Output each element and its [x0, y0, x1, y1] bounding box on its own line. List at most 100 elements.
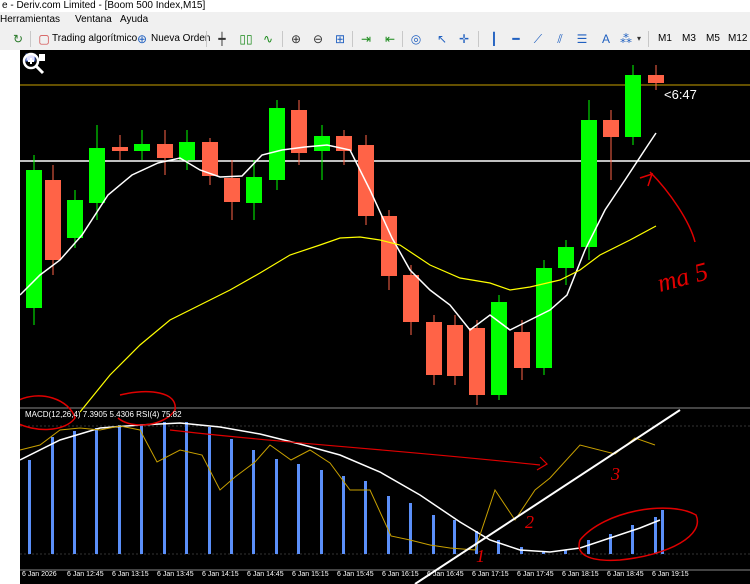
annotation-arrow — [649, 171, 696, 243]
algo-trading-button[interactable]: Trading algorítmico — [52, 30, 137, 48]
x-tick-label: 6 Jan 17:15 — [472, 571, 509, 578]
macd-histogram-bar — [140, 424, 143, 554]
annotation-ma5-text: ma 5 — [654, 257, 711, 298]
zoom-in-icon[interactable]: ⊕ — [288, 31, 304, 47]
macd-histogram-bar — [208, 427, 211, 554]
macd-histogram-bar — [118, 425, 121, 554]
toolbar-separator — [402, 31, 403, 47]
menu-bar: Herramientas Ventana Ayuda — [0, 12, 750, 28]
new-order-button[interactable]: Nueva Orden — [151, 30, 210, 48]
macd-histogram-bar — [252, 450, 255, 554]
macd-histogram-bar — [73, 431, 76, 554]
menu-ventana[interactable]: Ventana — [75, 12, 112, 28]
x-tick-label: 6 Jan 16:45 — [427, 571, 464, 578]
toolbar-separator — [282, 31, 283, 47]
timeframe-m12[interactable]: M12 — [728, 32, 747, 46]
timeframe-m1[interactable]: M1 — [658, 32, 672, 46]
toolbar-separator — [206, 31, 207, 47]
channel-icon[interactable]: ⫽ — [552, 31, 568, 47]
chart-canvas: ma 5 1 2 3 — [20, 53, 750, 584]
zoom-icon[interactable] — [20, 50, 46, 76]
toolbar-separator — [478, 31, 479, 47]
macd-histogram-bar — [320, 470, 323, 554]
line-chart-icon[interactable]: ∿ — [260, 31, 276, 47]
menu-herramientas[interactable]: Herramientas — [0, 12, 60, 28]
toolbar-separator — [648, 31, 649, 47]
refresh-icon[interactable]: ↻ — [10, 31, 26, 47]
x-tick-label: 6 Jan 2026 — [22, 571, 57, 578]
crosshair-icon[interactable]: ✛ — [456, 31, 472, 47]
text-icon[interactable]: A — [598, 31, 614, 47]
menu-ayuda[interactable]: Ayuda — [120, 12, 148, 28]
macd-histogram-bar — [275, 459, 278, 554]
x-tick-label: 6 Jan 19:15 — [652, 571, 689, 578]
annotation-number: 2 — [525, 512, 534, 532]
bullish-candle — [625, 75, 641, 137]
toolbar-separator — [352, 31, 353, 47]
cursor-icon[interactable]: ↖ — [434, 31, 450, 47]
macd-histogram-bar — [661, 510, 664, 554]
x-tick-label: 6 Jan 14:15 — [202, 571, 239, 578]
x-tick-label: 6 Jan 18:45 — [607, 571, 644, 578]
navigator-strip — [0, 50, 20, 584]
macd-histogram-bar — [230, 439, 233, 554]
bullish-candle — [269, 108, 285, 180]
annotation-arrowhead — [536, 456, 548, 471]
candle-countdown: <6:47 — [664, 87, 697, 102]
bullish-candle — [179, 142, 195, 160]
macd-histogram-bar — [95, 428, 98, 554]
trendline-icon[interactable]: ⟋ — [530, 31, 546, 47]
chart-shift-icon[interactable]: ⇤ — [382, 31, 398, 47]
annotation-number: 3 — [610, 464, 620, 484]
bullish-candle — [558, 247, 574, 268]
autoscroll-icon[interactable]: ⇥ — [358, 31, 374, 47]
bearish-candle — [224, 178, 240, 202]
macd-histogram-bar — [631, 525, 634, 554]
bearish-candle — [648, 75, 664, 83]
bearish-candle — [447, 325, 463, 376]
annotation-arrowhead — [639, 172, 654, 187]
bullish-candle — [246, 177, 262, 203]
x-tick-label: 6 Jan 15:45 — [337, 571, 374, 578]
ma5-line — [20, 132, 657, 332]
new-order-icon[interactable]: ⊕ — [134, 31, 150, 47]
bar-chart-icon[interactable]: ┿ — [214, 31, 230, 47]
toolbar-separator — [30, 31, 31, 47]
screenshot-icon[interactable]: ◎ — [408, 31, 424, 47]
macd-histogram-bar — [342, 476, 345, 554]
vertical-line-icon[interactable]: ┃ — [486, 31, 502, 47]
x-tick-label: 6 Jan 13:45 — [157, 571, 194, 578]
x-tick-label: 6 Jan 16:15 — [382, 571, 419, 578]
macd-histogram-bar — [28, 460, 31, 554]
chevron-down-icon[interactable]: ▾ — [634, 31, 644, 47]
bearish-candle — [514, 332, 530, 368]
x-tick-label: 6 Jan 17:45 — [517, 571, 554, 578]
timeframe-m3[interactable]: M3 — [682, 32, 696, 46]
annotation-circle — [578, 507, 699, 562]
bearish-candle — [603, 120, 619, 137]
timeframe-m5[interactable]: M5 — [706, 32, 720, 46]
toolbar: ↻ ▢ Trading algorítmico ⊕ Nueva Orden ┿ … — [0, 28, 750, 51]
grid-icon[interactable]: ⊞ — [332, 31, 348, 47]
macd-histogram-bar — [409, 503, 412, 554]
zoom-out-icon[interactable]: ⊖ — [310, 31, 326, 47]
trendline-drawing — [414, 409, 681, 584]
bearish-candle — [469, 328, 485, 395]
bullish-candle — [314, 136, 330, 151]
macd-histogram-bar — [185, 422, 188, 554]
bearish-candle — [403, 275, 419, 322]
algo-trading-icon[interactable]: ▢ — [36, 31, 52, 47]
shapes-icon[interactable]: ⁂ — [618, 31, 634, 47]
fibonacci-icon[interactable]: ☰ — [574, 31, 590, 47]
indicator-label: MACD(12,26,4) 7.3905 5.4306 RSI(4) 75.82 — [25, 410, 182, 419]
macd-histogram-bar — [51, 437, 54, 554]
candlestick-icon[interactable]: ▯▯ — [238, 31, 254, 47]
time-axis: 6 Jan 2026 6 Jan 12:45 6 Jan 13:15 6 Jan… — [20, 571, 750, 584]
bullish-candle — [67, 200, 83, 238]
horizontal-line-icon[interactable]: ━ — [508, 31, 524, 47]
macd-histogram-bar — [163, 422, 166, 554]
macd-histogram-bar — [587, 540, 590, 554]
bullish-candle — [491, 302, 507, 395]
bearish-candle — [45, 180, 61, 260]
price-chart[interactable]: ma 5 1 2 3 MACD(12,26,4) 7.3905 5.4306 RSI(… — [20, 50, 750, 584]
